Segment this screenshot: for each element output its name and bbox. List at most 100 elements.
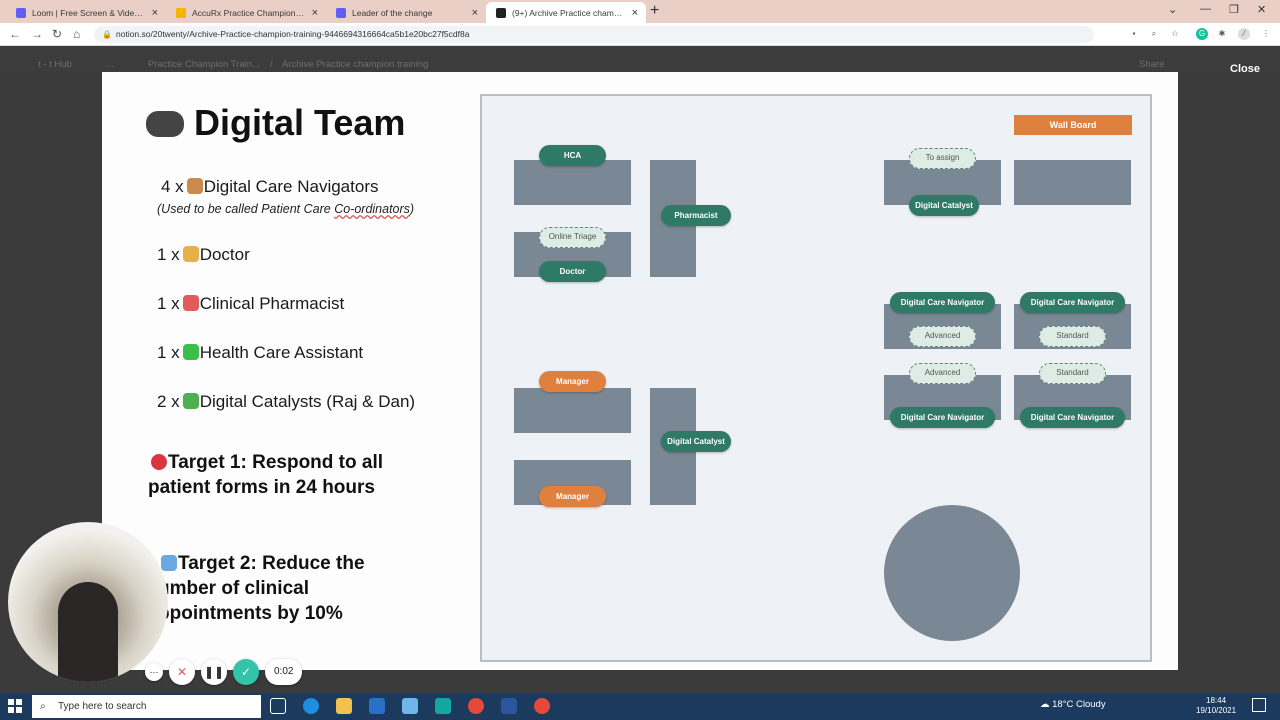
- slide-title-text: Digital Team: [194, 102, 406, 143]
- pill-digital-catalyst-left: Digital Catalyst: [661, 431, 731, 452]
- close-tab-icon[interactable]: ×: [152, 7, 158, 19]
- astronaut-icon: [186, 178, 203, 194]
- close-tab-icon[interactable]: ×: [312, 7, 318, 19]
- search-placeholder: Type here to search: [58, 701, 147, 712]
- windows-start-icon[interactable]: [8, 699, 22, 713]
- cancel-recording-icon[interactable]: ✕: [169, 659, 195, 685]
- slides-favicon-icon: [176, 7, 186, 18]
- test-tube-icon: [182, 393, 199, 409]
- team-line-navigators: 4 x Digital Care Navigators: [161, 177, 378, 197]
- notion-topbar: t - t Hub ... Practice Champion Train...…: [0, 46, 1280, 75]
- tab-title: Leader of the change: [352, 7, 433, 18]
- tab-search-icon[interactable]: ⌄: [1168, 3, 1177, 16]
- finish-recording-icon[interactable]: ✓: [233, 659, 259, 685]
- system-clock[interactable]: 18:44 19/10/2021: [1196, 696, 1236, 716]
- team-line-pharmacist: 1 x Clinical Pharmacist: [157, 294, 344, 314]
- clock-time: 18:44: [1206, 696, 1227, 705]
- tab-notion-active[interactable]: (9+) Archive Practice champion training …: [486, 2, 646, 23]
- pill-digital-catalyst-right: Digital Catalyst: [909, 195, 979, 216]
- app-icon[interactable]: [402, 698, 418, 714]
- game-controller-icon: [146, 111, 184, 137]
- doctor-icon: [182, 246, 199, 262]
- extensions-icon[interactable]: ✱: [1216, 28, 1228, 40]
- forward-icon[interactable]: →: [31, 27, 43, 41]
- restore-icon[interactable]: ❐: [1229, 3, 1239, 16]
- pill-advanced-2: Advanced: [909, 363, 976, 384]
- note-underlined: Co-ordinators: [334, 202, 410, 216]
- close-tab-icon[interactable]: ×: [632, 7, 638, 19]
- chrome-profile-icon[interactable]: [534, 698, 550, 714]
- back-icon[interactable]: ←: [9, 27, 21, 41]
- sparkles-icon: [161, 555, 177, 571]
- pill-icon: [182, 295, 199, 311]
- team-line-hca: 1 x Health Care Assistant: [157, 343, 363, 363]
- pause-icon[interactable]: ❚❚: [201, 659, 227, 685]
- grammarly-icon[interactable]: G: [1196, 28, 1208, 40]
- desk-hca: [514, 160, 631, 205]
- team-count: 2 x: [157, 392, 180, 411]
- pill-hca: HCA: [539, 145, 606, 166]
- reload-icon[interactable]: ↻: [52, 27, 62, 41]
- taskbar-search-field[interactable]: ⌕ Type here to search: [32, 695, 261, 718]
- round-table: [884, 505, 1020, 641]
- pill-navigator-2: Digital Care Navigator: [1020, 292, 1125, 313]
- windows-taskbar: ⌕ Type here to search ☁ 18°C Cloudy 18:4…: [0, 693, 1280, 720]
- menu-dots-icon[interactable]: ⋮: [1260, 28, 1272, 40]
- breadcrumb-ellipsis[interactable]: ...: [106, 59, 114, 70]
- slide-title: Digital Team: [146, 102, 405, 144]
- breadcrumb-current[interactable]: Archive Practice champion training: [282, 59, 428, 70]
- camera-icon[interactable]: ▪: [1128, 28, 1140, 40]
- team-count: 1 x: [157, 343, 180, 362]
- team-note: (Used to be called Patient Care Co-ordin…: [157, 202, 414, 216]
- share-button[interactable]: Share: [1139, 59, 1164, 70]
- search-icon: ⌕: [40, 701, 46, 712]
- breadcrumb-parent[interactable]: Practice Champion Train...: [148, 59, 260, 70]
- breadcrumb-workspace[interactable]: t - t Hub: [38, 59, 72, 70]
- wall-board: Wall Board: [1014, 115, 1132, 135]
- tab-accurx[interactable]: AccuRx Practice Champion Training ×: [166, 2, 326, 23]
- notifications-icon[interactable]: [1252, 698, 1266, 712]
- close-tab-icon[interactable]: ×: [472, 7, 478, 19]
- tab-title: Loom | Free Screen & Video Recording: [32, 7, 146, 18]
- window-close-icon[interactable]: ✕: [1257, 3, 1266, 16]
- store-icon[interactable]: [369, 698, 385, 714]
- team-line-catalysts: 2 x Digital Catalysts (Raj & Dan): [157, 392, 415, 412]
- pill-advanced-1: Advanced: [909, 326, 976, 347]
- tab-title: AccuRx Practice Champion Training: [192, 7, 306, 18]
- url-field[interactable]: 🔒 notion.so/20twenty/Archive-Practice-ch…: [94, 26, 1094, 43]
- home-icon[interactable]: ⌂: [73, 27, 80, 41]
- browser-tab-bar: Loom | Free Screen & Video Recording × A…: [0, 0, 1280, 23]
- minimize-icon[interactable]: —: [1200, 3, 1211, 15]
- loom-webcam-bubble[interactable]: [8, 522, 168, 682]
- cloud-icon: ☁: [1040, 699, 1053, 710]
- chrome-icon[interactable]: [468, 698, 484, 714]
- weather-widget[interactable]: ☁ 18°C Cloudy: [1040, 699, 1106, 710]
- team-role: Clinical Pharmacist: [199, 294, 345, 313]
- file-explorer-icon[interactable]: [336, 698, 352, 714]
- pill-online-triage: Online Triage: [539, 227, 606, 248]
- tab-loom[interactable]: Loom | Free Screen & Video Recording ×: [6, 2, 166, 23]
- team-role: Digital Care Navigators: [203, 177, 379, 196]
- pill-standard-2: Standard: [1039, 363, 1106, 384]
- new-tab-button[interactable]: +: [650, 2, 659, 20]
- pill-navigator-1: Digital Care Navigator: [890, 292, 995, 313]
- pill-manager-1: Manager: [539, 371, 606, 392]
- close-button[interactable]: Close: [1230, 63, 1260, 75]
- tab-leader[interactable]: Leader of the change ×: [326, 2, 486, 23]
- team-role: Health Care Assistant: [199, 343, 364, 362]
- webcam-presenter: [58, 582, 118, 682]
- pill-pharmacist: Pharmacist: [661, 205, 731, 226]
- task-view-icon[interactable]: [270, 698, 286, 714]
- more-options-icon[interactable]: ⋯: [145, 663, 163, 681]
- accurx-icon[interactable]: [435, 698, 451, 714]
- team-line-doctor: 1 x Doctor: [157, 245, 250, 265]
- team-role: Digital Catalysts (Raj & Dan): [199, 392, 416, 411]
- zoom-icon[interactable]: ⌕: [1148, 28, 1160, 40]
- bookmark-star-icon[interactable]: ☆: [1169, 28, 1181, 40]
- recording-timer: 0:02: [265, 659, 303, 685]
- pill-navigator-3: Digital Care Navigator: [890, 407, 995, 428]
- url-text: notion.so/20twenty/Archive-Practice-cham…: [116, 29, 470, 39]
- edge-icon[interactable]: [303, 698, 319, 714]
- word-icon[interactable]: [501, 698, 517, 714]
- profile-icon[interactable]: ⁄: [1238, 28, 1250, 40]
